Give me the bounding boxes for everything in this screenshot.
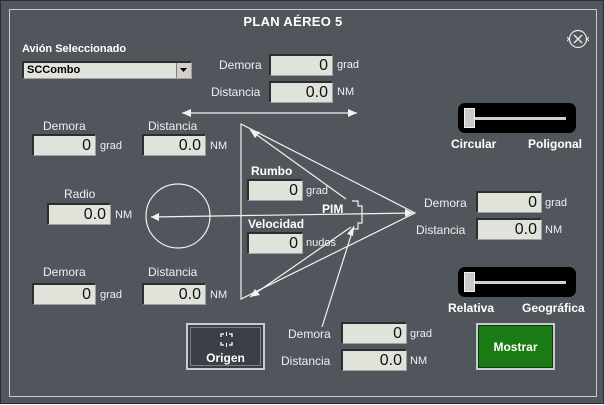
relativa-label: Relativa [448, 301, 495, 315]
reference-toggle-knob[interactable] [464, 272, 475, 292]
radio-unit: NM [115, 209, 133, 221]
left-lower-demora-unit: grad [100, 289, 123, 301]
rumbo-unit: grad [306, 185, 329, 197]
velocidad-unit: nudos [306, 237, 336, 249]
avion-dropdown-value: SCCombo [27, 64, 81, 76]
mostrar-button[interactable]: Mostrar [476, 323, 555, 370]
reference-toggle[interactable] [458, 267, 576, 297]
target-icon [220, 332, 233, 347]
right-distancia-label: Distancia [416, 223, 466, 237]
radio-field[interactable]: 0.0 [47, 203, 111, 225]
right-distancia-unit: NM [545, 224, 563, 236]
poligonal-label: Poligonal [528, 137, 582, 151]
left-lower-demora-label: Demora [43, 265, 86, 279]
left-upper-demora-label: Demora [43, 119, 86, 133]
left-upper-demora-unit: grad [100, 140, 123, 152]
top-distancia-label: Distancia [211, 85, 261, 99]
pim-icon [352, 200, 363, 230]
bottom-distancia-unit: NM [410, 355, 428, 367]
rumbo-field[interactable]: 0 [247, 179, 303, 201]
left-upper-distancia-unit: NM [210, 140, 228, 152]
velocidad-label: Velocidad [248, 217, 305, 231]
left-upper-distancia-label: Distancia [148, 119, 198, 133]
top-distancia-field[interactable]: 0.0 [269, 81, 333, 103]
right-demora-field[interactable]: 0 [476, 191, 542, 213]
origen-button-label: Origen [206, 351, 245, 365]
velocidad-field[interactable]: 0 [247, 232, 303, 254]
reference-toggle-track [468, 281, 566, 284]
pim-label: PIM [322, 202, 344, 216]
bottom-demora-field[interactable]: 0 [341, 322, 407, 344]
bottom-distancia-label: Distancia [281, 354, 331, 368]
rumbo-label: Rumbo [251, 164, 293, 178]
left-lower-demora-field[interactable]: 0 [32, 283, 96, 305]
mostrar-button-label: Mostrar [478, 325, 553, 368]
geografica-label: Geográfica [522, 301, 585, 315]
avion-dropdown[interactable]: SCCombo [22, 61, 192, 79]
shape-toggle-track [468, 117, 566, 120]
left-lower-distancia-field[interactable]: 0.0 [142, 283, 206, 305]
right-distancia-field[interactable]: 0.0 [476, 218, 542, 240]
bottom-demora-unit: grad [410, 328, 433, 340]
left-upper-distancia-field[interactable]: 0.0 [142, 134, 206, 156]
right-demora-unit: grad [545, 197, 568, 209]
left-upper-demora-field[interactable]: 0 [32, 134, 96, 156]
top-demora-field[interactable]: 0 [269, 54, 333, 76]
left-lower-distancia-label: Distancia [148, 265, 198, 279]
shape-toggle[interactable] [458, 103, 576, 133]
top-distancia-unit: NM [337, 86, 355, 98]
circular-label: Circular [451, 137, 497, 151]
bottom-distancia-field[interactable]: 0.0 [341, 349, 407, 371]
top-demora-label: Demora [219, 58, 262, 72]
radio-label: Radio [64, 187, 96, 201]
bottom-demora-label: Demora [288, 327, 331, 341]
origen-button[interactable]: Origen [186, 323, 265, 370]
plan-aereo-panel: PLAN AÉREO 5 Avión Seleccionado SCCombo … [0, 0, 604, 404]
left-lower-distancia-unit: NM [210, 289, 228, 301]
chevron-down-icon[interactable] [176, 63, 191, 78]
top-demora-unit: grad [337, 59, 360, 71]
right-demora-label: Demora [424, 196, 467, 210]
avion-seleccionado-label: Avión Seleccionado [22, 43, 127, 55]
shape-toggle-knob[interactable] [464, 108, 475, 128]
